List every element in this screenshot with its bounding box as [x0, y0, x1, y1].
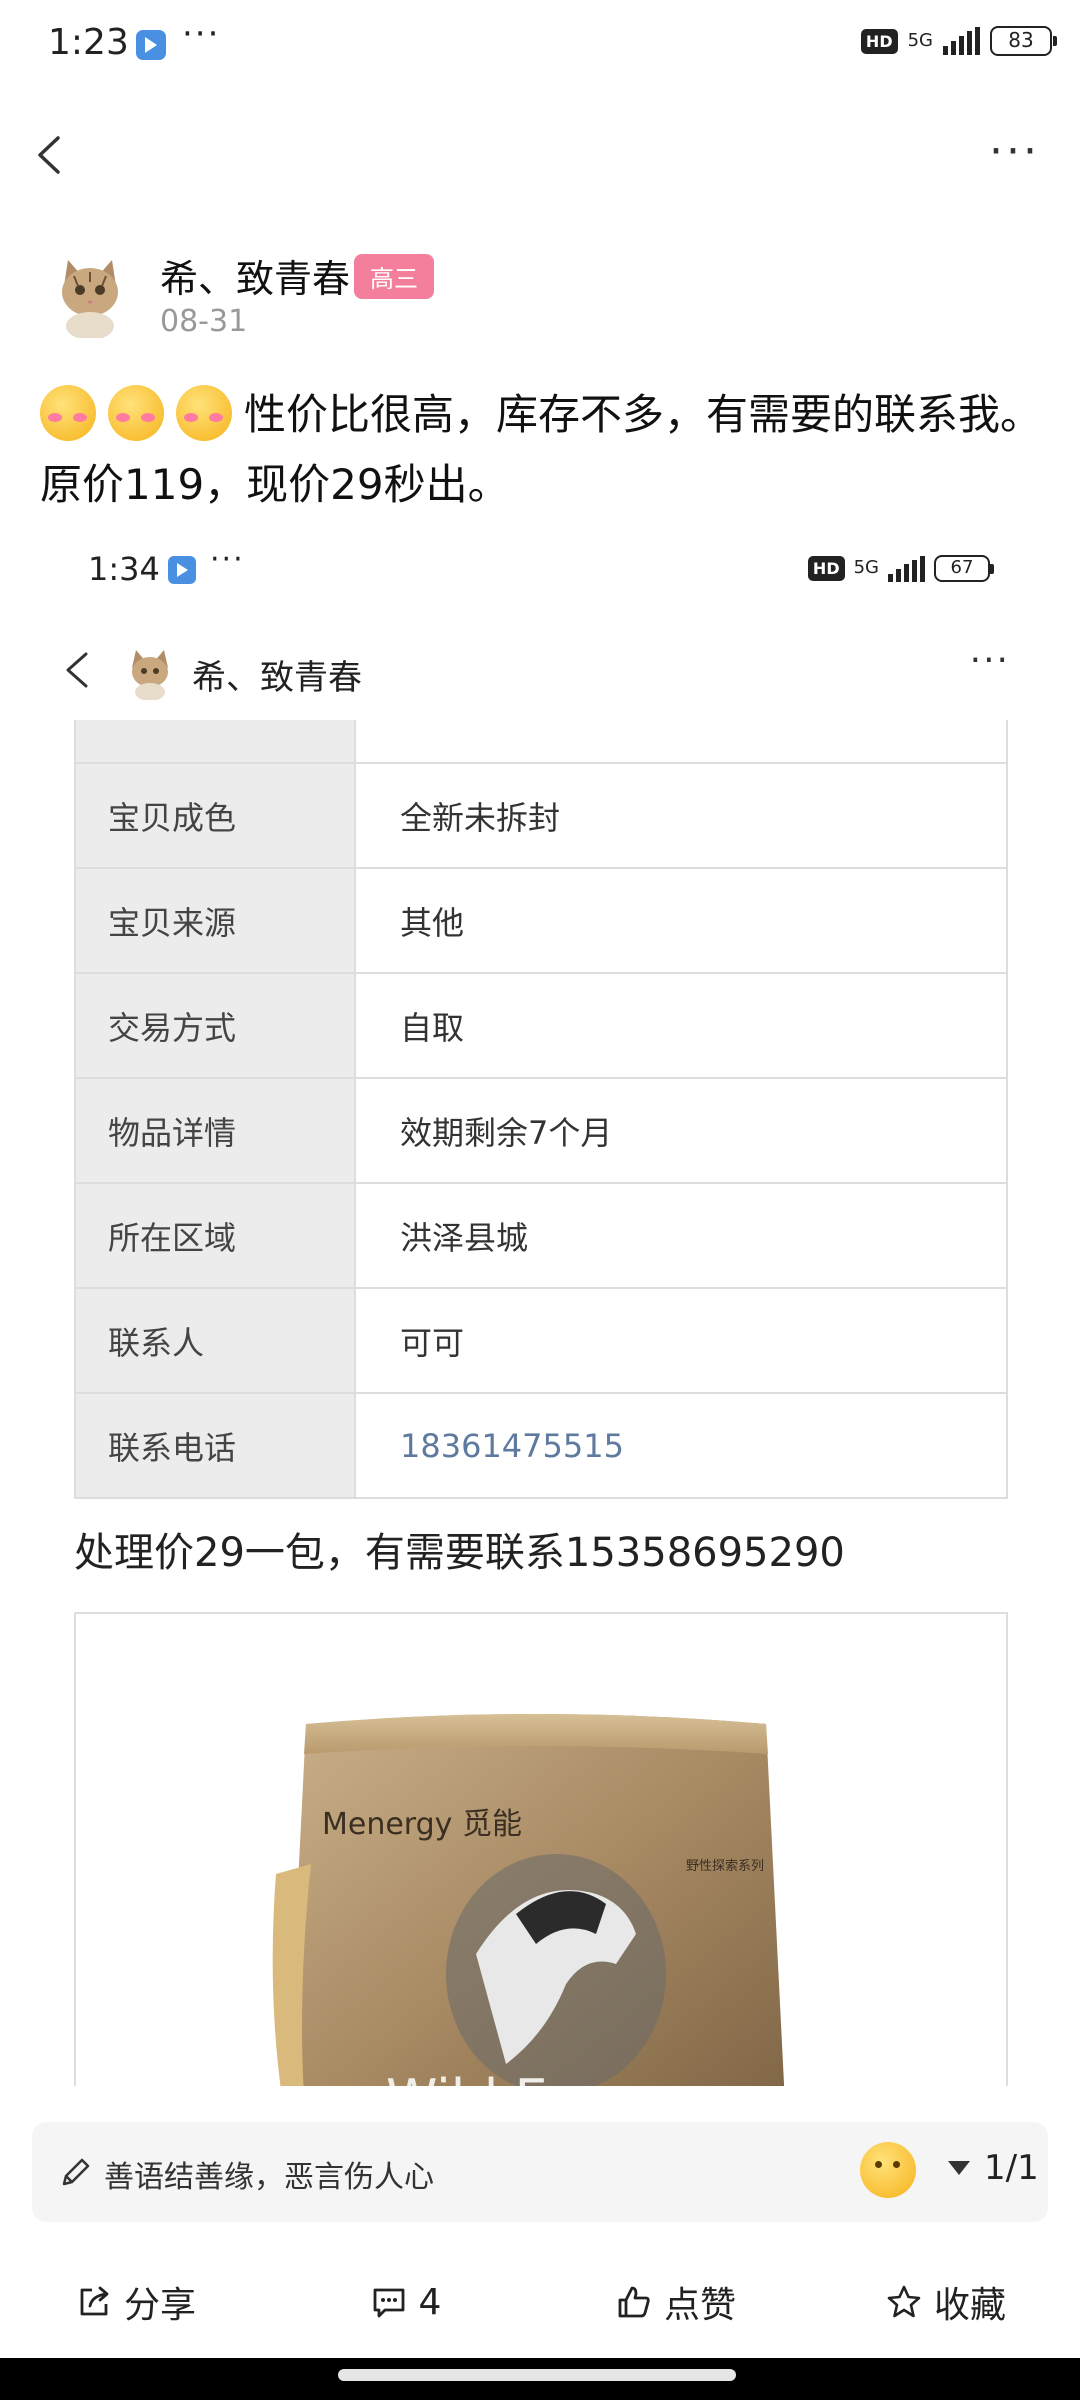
table-row: 宝贝成色 全新未拆封	[76, 762, 1006, 867]
table-key: 交易方式	[76, 974, 356, 1077]
table-key: 联系电话	[76, 1394, 356, 1497]
network-type: 5G	[853, 557, 879, 578]
image-status-indicators: HD 5G 67	[807, 554, 994, 582]
table-row	[76, 720, 1006, 762]
product-series: 野性探索系列	[686, 1859, 764, 1874]
emoji-icon[interactable]	[860, 2142, 916, 2198]
comment-placeholder: 善语结善缘，恶言伤人心	[104, 2160, 434, 2195]
app-notification-icon	[168, 556, 196, 584]
back-icon	[66, 652, 88, 688]
battery-icon: 83	[990, 26, 1057, 56]
comment-button[interactable]: 4	[270, 2252, 540, 2352]
blush-emoji-icon	[108, 385, 164, 441]
item-info-table: 宝贝成色 全新未拆封 宝贝来源 其他 交易方式 自取 物品详情 效期剩余7个月 所在区域…	[74, 720, 1008, 1499]
author-name[interactable]: 希、致青春	[160, 248, 350, 303]
table-key: 宝贝成色	[76, 764, 356, 867]
product-image-frame: Menergy 觅能 野性探索系列 Wild Energy	[74, 1612, 1008, 2090]
table-value: 效期剩余7个月	[400, 1113, 613, 1152]
table-value: 全新未拆封	[400, 798, 561, 837]
share-button[interactable]: 分享	[0, 2252, 270, 2352]
table-value: 可可	[400, 1323, 465, 1362]
status-indicators: HD 5G 83	[860, 26, 1057, 56]
table-row: 联系人 可可	[76, 1287, 1006, 1392]
more-options-icon[interactable]: ···	[989, 126, 1040, 177]
share-label: 分享	[123, 2285, 196, 2326]
table-row: 交易方式 自取	[76, 972, 1006, 1077]
battery-icon: 67	[934, 554, 994, 582]
thumbs-up-icon	[618, 2286, 650, 2318]
favorite-label: 收藏	[933, 2285, 1006, 2326]
table-row: 物品详情 效期剩余7个月	[76, 1077, 1006, 1182]
post-date: 08-31	[160, 304, 248, 339]
status-time: 1:23	[48, 22, 129, 63]
hd-icon: HD	[860, 28, 898, 54]
signal-icon	[888, 554, 925, 582]
image-status-time: 1:34	[88, 550, 160, 588]
like-label: 点赞	[663, 2285, 736, 2326]
table-row: 所在区域 洪泽县城	[76, 1182, 1006, 1287]
phone-link: 18361475515	[400, 1426, 624, 1465]
post-content: 性价比很高，库存不多，有需要的联系我。原价119，现价29秒出。	[40, 380, 1050, 520]
blush-emoji-icon	[40, 385, 96, 441]
hd-icon: HD	[807, 555, 845, 581]
product-brand: Menergy 觅能	[322, 1807, 522, 1842]
star-icon	[887, 2285, 921, 2318]
comment-count: 4	[418, 2281, 442, 2323]
blush-emoji-icon	[176, 385, 232, 441]
page-indicator: 1/1	[984, 2148, 1039, 2188]
more-notifications-icon: ···	[182, 14, 221, 54]
more-notifications-icon: ···	[210, 542, 245, 577]
table-value: 洪泽县城	[400, 1218, 529, 1257]
price-line: 处理价29一包，有需要联系15358695290	[74, 1530, 845, 1576]
image-status-bar: 1:34 ··· HD 5G 67	[40, 520, 1050, 620]
table-row: 宝贝来源 其他	[76, 867, 1006, 972]
product-photo: Menergy 觅能 野性探索系列 Wild Energy	[272, 1714, 785, 2090]
grade-badge: 高三	[354, 254, 434, 299]
app-notification-icon	[136, 30, 166, 60]
avatar[interactable]	[44, 246, 136, 338]
post-image[interactable]: 1:34 ··· HD 5G 67 希、致青春 ··· 宝贝成色 全新未拆封 宝贝…	[40, 520, 1050, 2090]
page-selector[interactable]: 1/1	[948, 2148, 1039, 2188]
status-bar: 1:23 ··· HD 5G 83	[0, 0, 1080, 96]
table-row: 联系电话 18361475515	[76, 1392, 1006, 1497]
post-author: 希、致青春 高三 08-31	[44, 240, 1044, 350]
table-value: 其他	[400, 903, 465, 942]
like-button[interactable]: 点赞	[540, 2252, 810, 2352]
comment-input[interactable]: 善语结善缘，恶言伤人心 1/1	[32, 2122, 1048, 2222]
image-author-name: 希、致青春	[192, 658, 362, 698]
share-icon	[80, 2286, 109, 2316]
table-key: 所在区域	[76, 1184, 356, 1287]
action-bar: 分享 4 点赞 收藏	[0, 2252, 1080, 2352]
table-key: 联系人	[76, 1289, 356, 1392]
comment-icon	[373, 2288, 404, 2318]
home-indicator[interactable]	[338, 2369, 736, 2381]
pencil-icon	[62, 2158, 90, 2186]
network-type: 5G	[907, 30, 933, 51]
bottom-bar: 善语结善缘，恶言伤人心 1/1 分享 4 点赞 收藏	[0, 2086, 1080, 2400]
table-value: 自取	[400, 1008, 465, 1047]
signal-icon	[943, 27, 980, 55]
table-key: 物品详情	[76, 1079, 356, 1182]
favorite-button[interactable]: 收藏	[810, 2252, 1080, 2352]
dropdown-icon	[948, 2161, 970, 2175]
more-options-icon: ···	[969, 640, 1010, 681]
back-icon[interactable]	[28, 132, 74, 178]
avatar	[132, 650, 168, 700]
top-nav: ···	[0, 110, 1080, 200]
table-key: 宝贝来源	[76, 869, 356, 972]
image-nav: 希、致青春 ···	[40, 620, 1050, 720]
